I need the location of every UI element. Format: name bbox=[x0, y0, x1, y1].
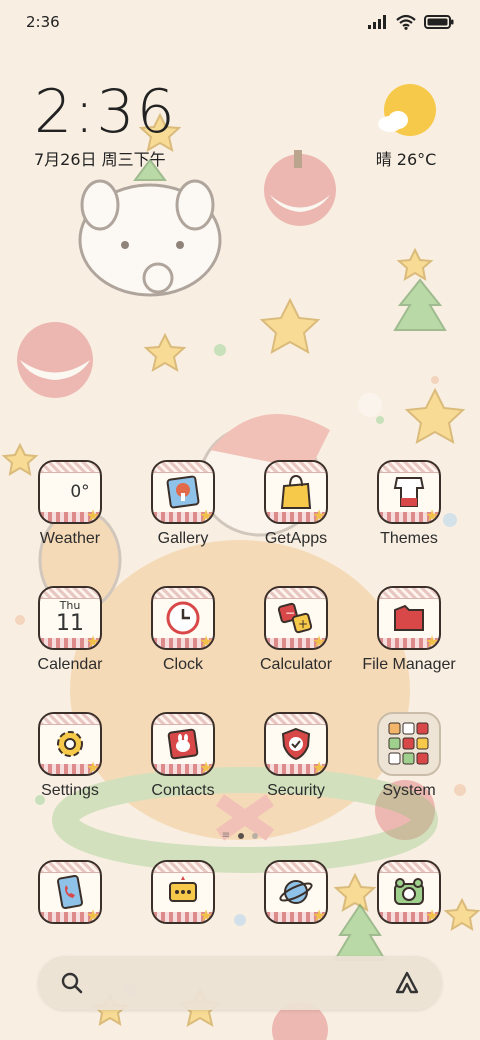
app-weather[interactable]: 0° ★ Weather bbox=[14, 460, 126, 548]
weather-icon: 0° ★ bbox=[38, 460, 102, 524]
app-system-folder[interactable]: System bbox=[353, 712, 465, 800]
app-clock[interactable]: ★ Clock bbox=[127, 586, 239, 674]
app-label: Themes bbox=[380, 530, 438, 547]
browser-icon: ★ bbox=[264, 860, 328, 924]
battery-icon bbox=[424, 15, 454, 29]
app-label: System bbox=[382, 782, 436, 799]
folder-grid-icon bbox=[377, 712, 441, 776]
dock-browser[interactable]: ★ bbox=[240, 860, 352, 924]
page-dot-active bbox=[238, 832, 245, 839]
app-label: Settings bbox=[41, 782, 99, 799]
messages-icon: ★ bbox=[151, 860, 215, 924]
app-themes[interactable]: ★ Themes bbox=[353, 460, 465, 548]
app-label: File Manager bbox=[362, 656, 456, 673]
svg-text:+: + bbox=[298, 617, 308, 631]
page-list-icon: ≡ bbox=[221, 830, 231, 841]
search-icon bbox=[61, 972, 83, 994]
camera-icon: ★ bbox=[377, 860, 441, 924]
app-label: GetApps bbox=[264, 530, 328, 547]
signal-icon bbox=[368, 15, 386, 29]
gallery-icon: ★ bbox=[151, 460, 215, 524]
sun-cloud-icon bbox=[378, 84, 436, 136]
dock-messages[interactable]: ★ bbox=[127, 860, 239, 924]
weather-widget[interactable]: 晴 26°C bbox=[366, 84, 446, 170]
app-label: Contacts bbox=[151, 782, 215, 799]
folder-icon: ★ bbox=[377, 586, 441, 650]
app-label: Gallery bbox=[157, 530, 209, 547]
dock-camera[interactable]: ★ bbox=[353, 860, 465, 924]
shopping-bag-icon: ★ bbox=[264, 460, 328, 524]
app-calendar[interactable]: Thu 11 ★ Calendar bbox=[14, 586, 126, 674]
app-settings[interactable]: ★ Settings bbox=[14, 712, 126, 800]
themes-icon: ★ bbox=[377, 460, 441, 524]
widget-date: 7月26日 周三下午 bbox=[34, 150, 166, 169]
shield-icon: ★ bbox=[264, 712, 328, 776]
wifi-icon bbox=[396, 14, 416, 30]
widget-time: 2:36 bbox=[34, 77, 177, 147]
status-time: 2:36 bbox=[26, 13, 60, 31]
app-contacts[interactable]: ★ Contacts bbox=[127, 712, 239, 800]
app-label: Calendar bbox=[37, 656, 103, 673]
clock-widget[interactable]: 2:36 7月26日 周三下午 bbox=[34, 82, 177, 170]
status-icons bbox=[368, 14, 454, 30]
dock-phone[interactable]: ★ bbox=[14, 860, 126, 924]
app-label: Security bbox=[267, 782, 325, 799]
assistant-icon[interactable] bbox=[394, 970, 420, 996]
gear-icon: ★ bbox=[38, 712, 102, 776]
status-bar: 2:36 bbox=[0, 0, 480, 44]
app-label: Weather bbox=[39, 530, 101, 547]
svg-text:−: − bbox=[285, 606, 295, 620]
calendar-icon: Thu 11 ★ bbox=[38, 586, 102, 650]
app-calculator[interactable]: − + ★ Calculator bbox=[240, 586, 352, 674]
app-security[interactable]: ★ Security bbox=[240, 712, 352, 800]
contacts-icon: ★ bbox=[151, 712, 215, 776]
app-label: Calculator bbox=[259, 656, 333, 673]
app-file-manager[interactable]: ★ File Manager bbox=[353, 586, 465, 674]
search-bar[interactable] bbox=[38, 956, 442, 1010]
calculator-icon: − + ★ bbox=[264, 586, 328, 650]
clock-icon: ★ bbox=[151, 586, 215, 650]
app-gallery[interactable]: ★ Gallery bbox=[127, 460, 239, 548]
phone-icon: ★ bbox=[38, 860, 102, 924]
page-dot bbox=[252, 832, 259, 839]
app-getapps[interactable]: ★ GetApps bbox=[240, 460, 352, 548]
app-label: Clock bbox=[162, 656, 203, 673]
weather-text: 晴 26°C bbox=[375, 150, 437, 169]
page-indicator[interactable]: ≡ bbox=[0, 830, 480, 841]
